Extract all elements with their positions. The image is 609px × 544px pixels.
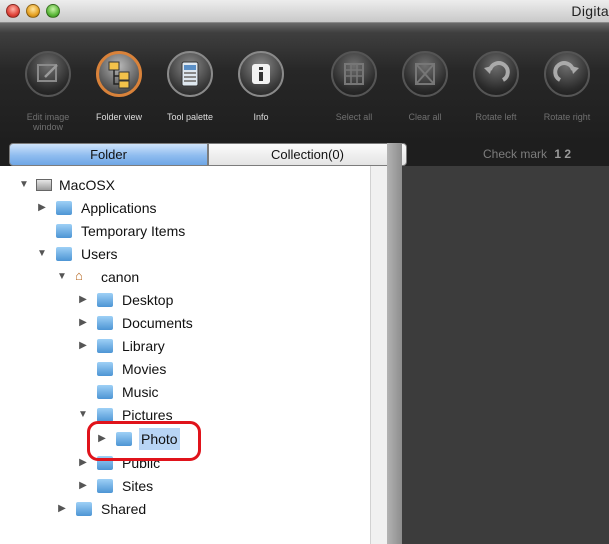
clear-all-icon [402,51,448,97]
info-button[interactable]: Info [231,51,291,143]
check-mark-label: Check mark [483,147,548,161]
tree-item-label: Music [122,384,159,400]
home-icon: ⌂ [75,268,83,283]
folder-view-button[interactable]: Folder view [89,51,149,143]
expand-closed-icon[interactable]: ▶ [78,289,88,311]
callout-highlight [87,421,201,461]
folder-icon [97,339,113,353]
title-bar[interactable]: Digita [0,0,609,23]
tree-item-label: Temporary Items [81,223,186,239]
rotate-right-icon [544,51,590,97]
expand-open-icon[interactable]: ▼ [57,266,67,288]
select-all-button[interactable]: Select all [324,51,384,143]
expand-closed-icon[interactable]: ▶ [37,197,47,219]
folder-view-label: Folder view [95,112,142,122]
clear-all-label: Clear all [408,112,442,122]
rotate-left-icon [473,51,519,97]
tree-item-label: MacOSX [59,177,116,193]
tree-item-label: Library [122,338,165,354]
tree-item-label: Sites [122,478,154,494]
folder-icon [56,201,72,215]
select-all-icon [331,51,377,97]
info-icon [238,51,284,97]
rotate-right-label: Rotate right [543,112,591,122]
expand-open-icon[interactable]: ▼ [37,243,47,265]
expand-closed-icon[interactable]: ▶ [78,452,88,474]
folder-icon [97,385,113,399]
clear-all-button[interactable]: Clear all [395,51,455,143]
check-mark-control[interactable]: Check mark 1 2 [483,147,571,161]
zoom-icon[interactable] [46,4,60,18]
folder-icon [56,247,72,261]
expand-open-icon[interactable]: ▼ [19,174,29,196]
folder-icon [97,362,113,376]
tree-item-label: Desktop [122,292,174,308]
tree-item-label: canon [101,269,140,285]
folder-icon [97,293,113,307]
folder-icon [76,502,92,516]
tree-scrollbar[interactable] [370,166,388,544]
folder-icon [97,316,113,330]
check-mark-numbers[interactable]: 1 2 [554,147,571,161]
expand-closed-icon[interactable]: ▶ [57,498,67,520]
expand-closed-icon[interactable]: ▶ [78,312,88,334]
view-tabs: Folder Collection(0) Check mark 1 2 [0,143,609,166]
tree-item-label: Applications [81,200,157,216]
app-window: Digita Edit image window Folder view Too… [0,0,609,544]
edit-image-window-button[interactable]: Edit image window [18,51,78,143]
tool-palette-label: Tool palette [166,112,214,122]
folder-icon [97,479,113,493]
tool-palette-button[interactable]: Tool palette [160,51,220,143]
info-label: Info [253,112,269,122]
window-title: Digita [571,3,609,19]
pane-splitter[interactable] [387,143,402,544]
tree-item-label: Movies [122,361,167,377]
minimize-icon[interactable] [26,4,40,18]
tab-folder[interactable]: Folder [9,143,208,166]
select-all-label: Select all [335,112,373,122]
edit-icon [25,51,71,97]
folder-view-icon [96,51,142,97]
toolbar: Edit image window Folder view Tool palet… [0,23,609,143]
expand-open-icon[interactable]: ▼ [78,404,88,426]
expand-closed-icon[interactable]: ▶ [78,335,88,357]
rotate-left-label: Rotate left [475,112,517,122]
rotate-left-button[interactable]: Rotate left [466,51,526,143]
thumbnail-area [402,166,609,544]
tab-collection[interactable]: Collection(0) [208,143,407,166]
rotate-right-button[interactable]: Rotate right [537,51,597,143]
folder-tree [0,166,387,544]
drive-icon [36,179,52,191]
expand-closed-icon[interactable]: ▶ [78,475,88,497]
edit-image-window-label: Edit image window [26,112,70,132]
palette-icon [167,51,213,97]
folder-icon [97,408,113,422]
folder-icon [56,224,72,238]
close-icon[interactable] [6,4,20,18]
tree-item-label: Users [81,246,118,262]
tree-item-label: Documents [122,315,193,331]
tree-item-label: Shared [101,501,147,517]
